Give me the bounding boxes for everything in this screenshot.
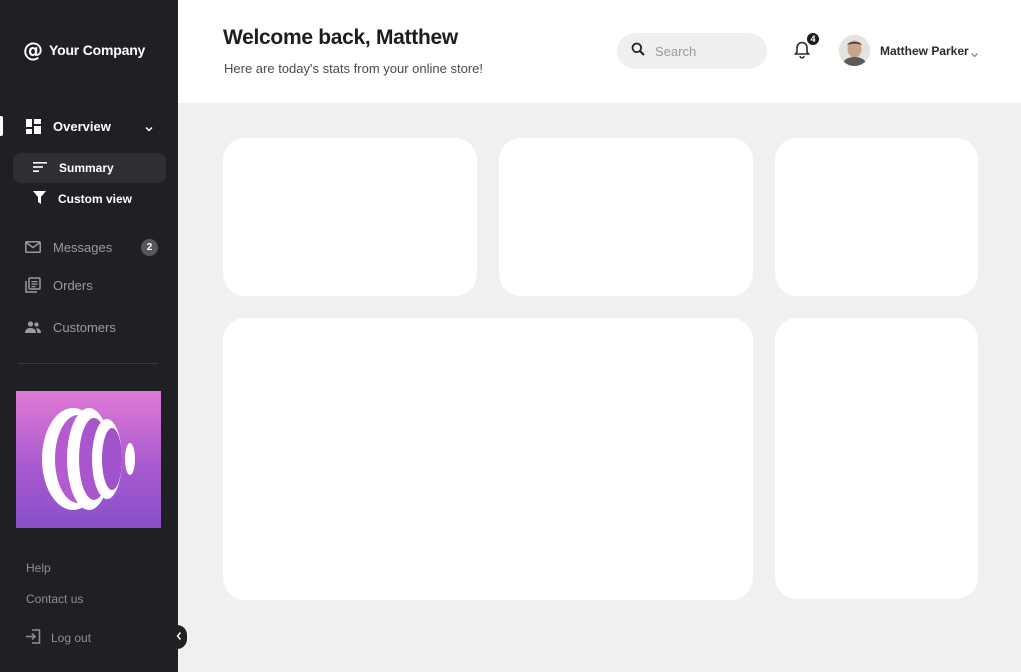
filter-icon — [33, 191, 46, 207]
main-panel-card — [223, 318, 753, 600]
mail-icon — [25, 239, 41, 255]
user-name[interactable]: Matthew Parker — [880, 44, 969, 58]
messages-count-badge: 2 — [141, 239, 158, 256]
search-icon — [631, 42, 645, 61]
logout-icon — [25, 629, 41, 647]
sidebar-subitem-label: Summary — [59, 161, 114, 175]
stat-card-2 — [499, 138, 753, 296]
side-panel-card — [775, 318, 978, 599]
search-box[interactable] — [617, 33, 767, 69]
sidebar-divider — [18, 363, 158, 364]
promo-graphic — [16, 391, 161, 528]
sidebar-item-messages[interactable]: Messages — [25, 239, 112, 255]
avatar[interactable] — [839, 35, 870, 66]
stat-card-1 — [223, 138, 477, 296]
sidebar-item-label: Messages — [53, 239, 113, 255]
page-subtitle: Here are today's stats from your online … — [224, 61, 483, 76]
chevron-left-icon — [175, 628, 183, 646]
logout-label: Log out — [51, 631, 92, 645]
at-sign-icon: @ — [23, 38, 43, 62]
sidebar-subitem-custom-view[interactable]: Custom view — [13, 184, 166, 214]
sidebar-item-label: Overview — [53, 118, 111, 134]
sidebar-subitem-label: Custom view — [58, 192, 133, 206]
dashboard-icon — [25, 118, 41, 134]
page-header: Welcome back, Matthew Here are today's s… — [178, 0, 1021, 103]
sort-lines-icon — [33, 161, 47, 175]
orders-stack-icon — [25, 277, 41, 293]
brand-logo[interactable]: @ Your Company — [23, 40, 145, 60]
sidebar-item-customers[interactable]: Customers — [25, 319, 116, 335]
contact-link[interactable]: Contact us — [26, 592, 83, 606]
sidebar-subitem-summary[interactable]: Summary — [13, 153, 166, 183]
people-icon — [25, 319, 41, 335]
logout-link[interactable]: Log out — [25, 629, 91, 647]
chevron-down-icon[interactable] — [970, 46, 979, 64]
active-indicator — [0, 116, 3, 136]
sidebar-item-label: Customers — [53, 319, 116, 335]
search-input[interactable] — [655, 43, 755, 59]
notification-count-badge: 4 — [805, 31, 821, 47]
brand-name: Your Company — [49, 42, 146, 58]
stat-card-3 — [775, 138, 978, 296]
sidebar: @ Your Company Overview Summary Custom v… — [0, 0, 178, 672]
page-title: Welcome back, Matthew — [223, 26, 458, 49]
sidebar-item-orders[interactable]: Orders — [25, 277, 93, 293]
collapse-sidebar-button[interactable] — [170, 625, 187, 649]
sidebar-item-label: Orders — [53, 277, 93, 293]
chevron-down-icon[interactable] — [144, 121, 154, 139]
help-link[interactable]: Help — [26, 561, 51, 575]
sidebar-item-overview[interactable]: Overview — [25, 118, 111, 134]
